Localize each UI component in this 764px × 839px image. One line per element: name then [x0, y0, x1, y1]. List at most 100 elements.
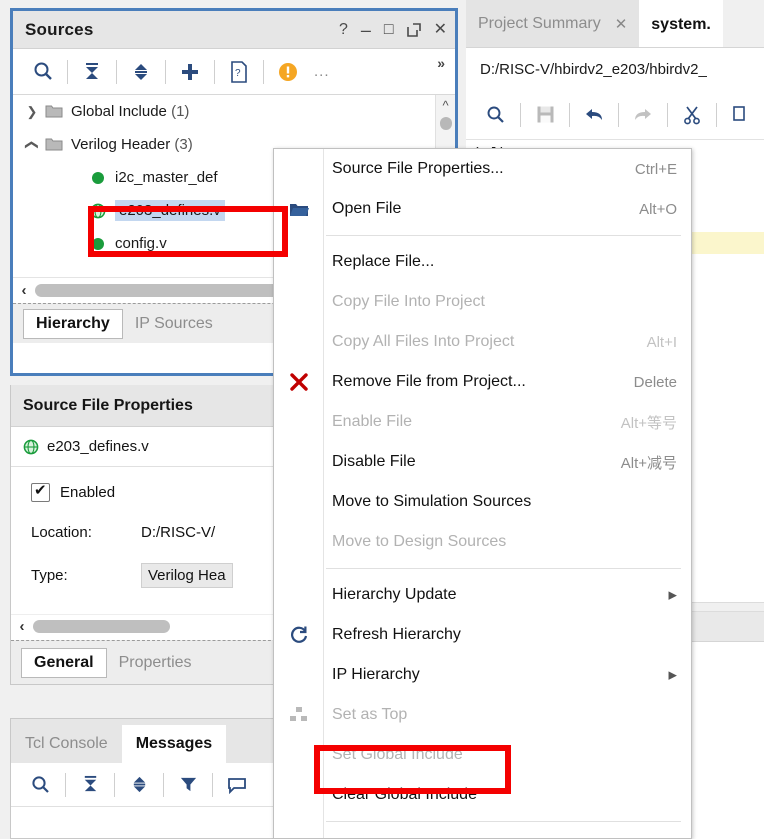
- menu-item-open-file[interactable]: Open File Alt+O: [274, 189, 691, 229]
- sources-titlebar: Sources ? – □ ✕: [13, 11, 455, 49]
- messages-toolbar: [11, 763, 286, 807]
- context-menu[interactable]: Source File Properties... Ctrl+E Open File…: [273, 148, 692, 839]
- toolbar-divider: [65, 772, 66, 797]
- tab-system[interactable]: system.: [639, 0, 723, 47]
- menu-item-source-file-properties[interactable]: Source File Properties... Ctrl+E: [274, 149, 691, 189]
- tree-item-global-include[interactable]: ❯ Global Include (1): [13, 95, 455, 128]
- enabled-checkbox[interactable]: [31, 481, 50, 502]
- undo-icon[interactable]: [574, 98, 614, 132]
- cut-icon[interactable]: [672, 98, 712, 132]
- menu-item-hierarchy-update[interactable]: Hierarchy Update ▶: [274, 575, 691, 615]
- toolbar-divider: [569, 102, 570, 127]
- tab-ip-sources[interactable]: IP Sources: [123, 310, 225, 338]
- tab-project-summary[interactable]: Project Summary ✕: [466, 0, 640, 47]
- save-icon[interactable]: [525, 98, 565, 132]
- search-icon[interactable]: [476, 98, 516, 132]
- scrollbar-track[interactable]: [33, 620, 278, 633]
- menu-item-label: Move to Simulation Sources: [332, 493, 532, 510]
- menu-item-replace-file[interactable]: Replace File...: [274, 242, 691, 282]
- search-icon[interactable]: [21, 768, 61, 802]
- menu-item-shortcut: Delete: [633, 373, 677, 391]
- panel-title: Sources: [25, 19, 94, 39]
- menu-item-label: Open File: [332, 200, 402, 217]
- tab-properties[interactable]: Properties: [107, 649, 204, 677]
- menu-item-set-global-include: Set Global Include: [274, 735, 691, 775]
- toolbar-divider: [520, 102, 521, 127]
- menu-item-shortcut: Alt+减号: [620, 454, 677, 472]
- search-icon[interactable]: [23, 55, 63, 89]
- scroll-left-icon[interactable]: ‹: [13, 282, 35, 299]
- tab-tcl-console[interactable]: Tcl Console: [11, 725, 122, 763]
- menu-item-copy-file-into-project: Copy File Into Project: [274, 282, 691, 322]
- menu-item-clear-global-include[interactable]: Clear Global Include: [274, 775, 691, 815]
- wrap-icon[interactable]: [217, 768, 257, 802]
- tree-item-label: i2c_master_def: [115, 169, 218, 186]
- maximize-icon[interactable]: □: [384, 21, 394, 38]
- scrollbar-thumb[interactable]: [33, 620, 171, 633]
- expand-all-icon[interactable]: [119, 768, 159, 802]
- menu-item-move-to-simulation-sources[interactable]: Move to Simulation Sources: [274, 482, 691, 522]
- warning-icon[interactable]: [268, 55, 308, 89]
- menu-item-remove-file-from-project[interactable]: Remove File from Project... Delete: [274, 362, 691, 402]
- type-row: Type: Verilog Hea: [31, 563, 286, 588]
- properties-body: Enabled Location: D:/RISC-V/ Type: Veril…: [11, 467, 286, 588]
- properties-tabs: General Properties: [11, 640, 286, 684]
- filter-icon[interactable]: [168, 768, 208, 802]
- svg-text:?: ?: [235, 68, 241, 79]
- menu-item-disable-file[interactable]: Disable File Alt+减号: [274, 442, 691, 482]
- tab-general[interactable]: General: [21, 647, 107, 678]
- menu-item-enable-file: Enable File Alt+等号: [274, 402, 691, 442]
- folder-icon: [43, 137, 65, 152]
- menu-item-label: Enable File: [332, 413, 413, 430]
- collapse-all-icon[interactable]: [70, 768, 110, 802]
- source-file-properties-panel: Source File Properties e203_defines.v En…: [10, 385, 287, 685]
- close-icon[interactable]: ✕: [615, 15, 628, 33]
- refresh-icon: [288, 624, 310, 646]
- collapse-all-icon[interactable]: [72, 55, 112, 89]
- editor-toolbar: [466, 90, 764, 140]
- vivado-screenshot: Project Summary ✕ system. D:/RISC-V/hbir…: [0, 0, 764, 839]
- menu-separator: [326, 568, 681, 569]
- menu-item-label: Replace File...: [332, 253, 435, 270]
- help-icon[interactable]: ?: [339, 21, 348, 38]
- menu-separator: [326, 235, 681, 236]
- copy-icon[interactable]: [721, 98, 761, 132]
- properties-horizontal-scrollbar[interactable]: ‹: [11, 614, 286, 638]
- minimize-icon[interactable]: –: [361, 21, 371, 39]
- tab-system-label: system.: [651, 15, 711, 33]
- green-dot-icon: [87, 171, 109, 184]
- tab-messages[interactable]: Messages: [121, 725, 227, 763]
- scrollbar-thumb[interactable]: [440, 117, 452, 130]
- remove-x-icon: [288, 371, 310, 393]
- chevron-down-icon[interactable]: ❮: [24, 134, 40, 156]
- enabled-label: Enabled: [60, 484, 116, 501]
- type-value[interactable]: Verilog Hea: [141, 563, 233, 588]
- menu-item-label: Hierarchy Update: [332, 586, 457, 603]
- enabled-row[interactable]: Enabled: [31, 481, 286, 502]
- redo-icon[interactable]: [623, 98, 663, 132]
- tree-item-count: (1): [171, 103, 190, 120]
- add-sources-icon[interactable]: [170, 55, 210, 89]
- close-icon[interactable]: ✕: [434, 21, 447, 38]
- chevron-double-right-icon[interactable]: »: [437, 55, 445, 71]
- menu-item-refresh-hierarchy[interactable]: Refresh Hierarchy: [274, 615, 691, 655]
- float-icon[interactable]: [406, 22, 421, 37]
- scroll-left-icon[interactable]: ‹: [11, 618, 33, 635]
- report-icon[interactable]: ?: [219, 55, 259, 89]
- menu-item-ip-hierarchy[interactable]: IP Hierarchy ▶: [274, 655, 691, 695]
- expand-all-icon[interactable]: [121, 55, 161, 89]
- tab-hierarchy[interactable]: Hierarchy: [23, 308, 123, 339]
- toolbar-divider: [116, 59, 117, 84]
- menu-item-set-as-top: Set as Top: [274, 695, 691, 735]
- editor-file-path: D:/RISC-V/hbirdv2_e203/hbirdv2_: [466, 48, 764, 90]
- tcl-console-panel: Tcl Console Messages: [10, 718, 287, 839]
- green-dot-icon: [87, 237, 109, 250]
- file-name: e203_defines.v: [47, 438, 149, 455]
- toolbar-divider: [165, 59, 166, 84]
- chevron-right-icon[interactable]: ❯: [21, 104, 43, 120]
- overflow-ellipsis[interactable]: ...: [314, 63, 330, 80]
- messages-body: [11, 807, 286, 838]
- menu-item-label: Copy All Files Into Project: [332, 333, 515, 350]
- menu-item-label: Move to Design Sources: [332, 533, 507, 550]
- scroll-up-icon[interactable]: ^: [436, 95, 455, 115]
